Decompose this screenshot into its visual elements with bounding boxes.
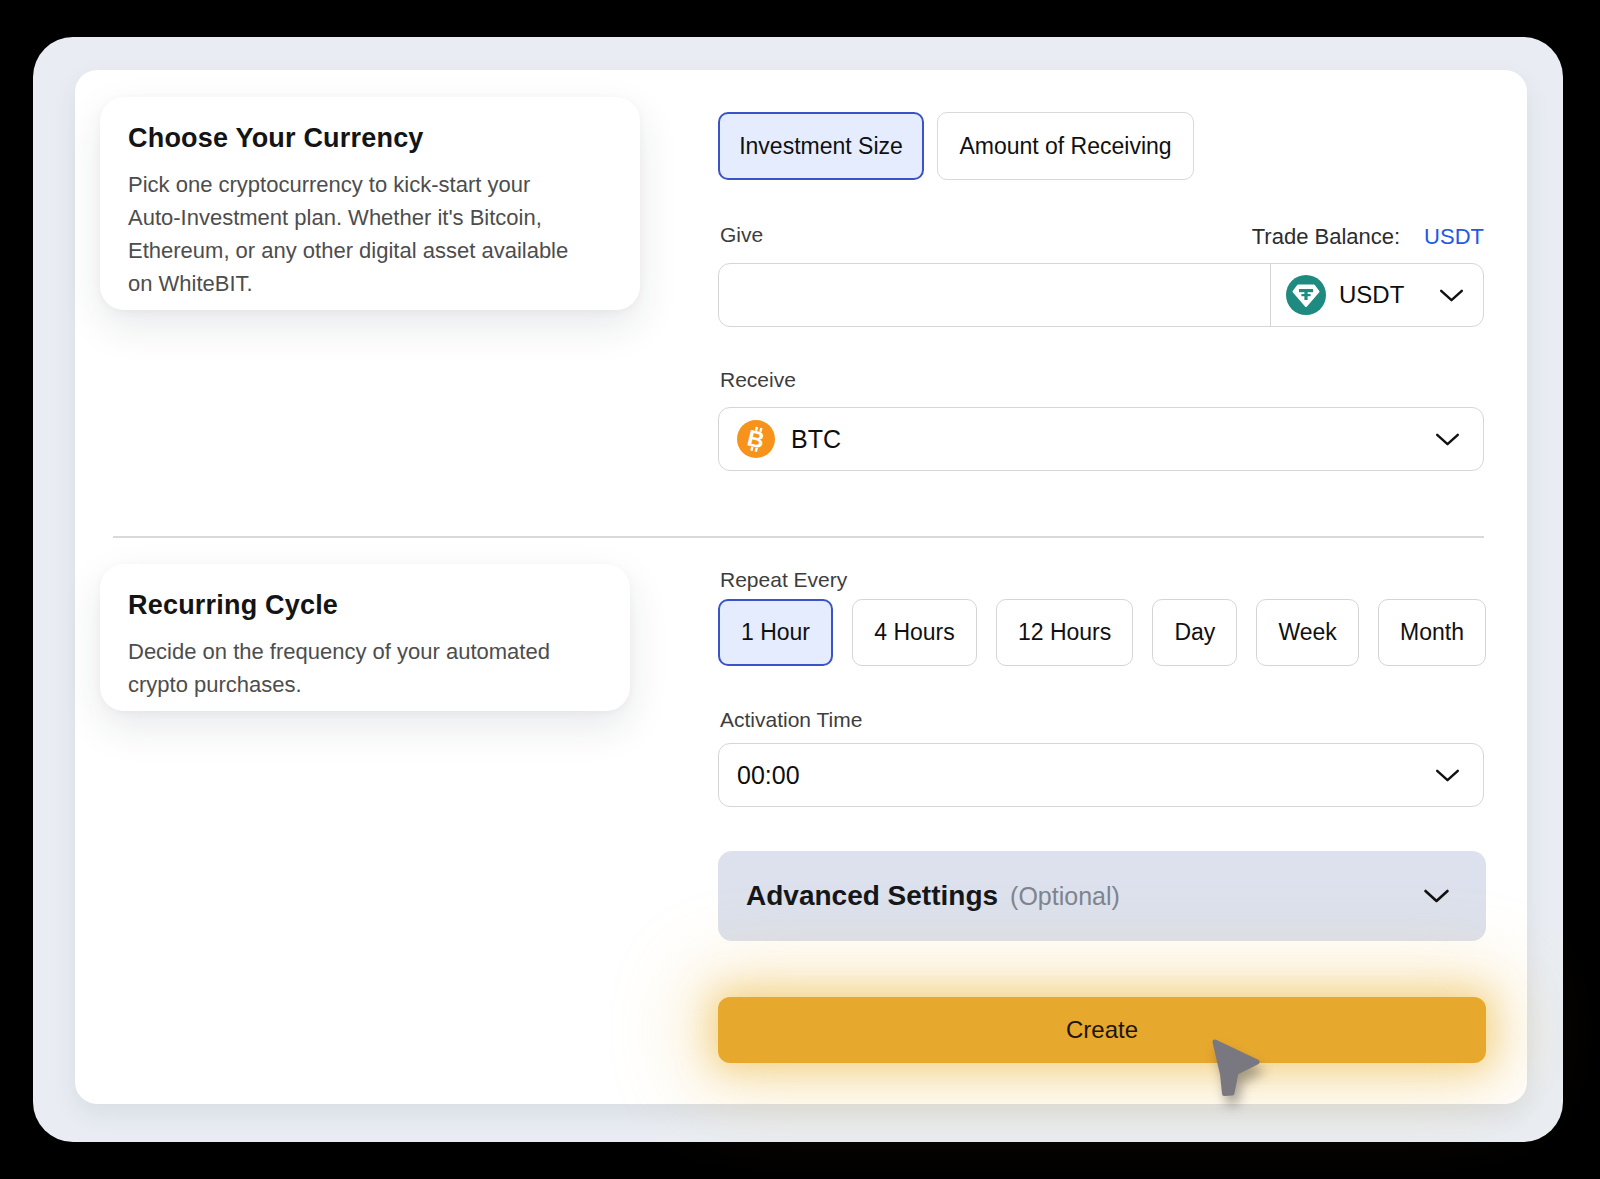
cycle-info-card: Recurring Cycle Decide on the frequency … xyxy=(100,564,630,711)
chevron-down-icon xyxy=(1435,768,1460,783)
repeat-options: 1 Hour 4 Hours 12 Hours Day Week Month xyxy=(718,599,1486,666)
currency-card-title: Choose Your Currency xyxy=(128,123,612,154)
receive-currency-select[interactable]: B BTC xyxy=(718,407,1484,471)
bitcoin-icon: B xyxy=(737,420,775,458)
receive-currency-value: BTC xyxy=(791,425,1419,454)
give-field: USDT xyxy=(718,263,1484,327)
repeat-option-day[interactable]: Day xyxy=(1152,599,1237,666)
give-currency-value: USDT xyxy=(1339,281,1426,309)
currency-card-description: Pick one cryptocurrency to kick-start yo… xyxy=(128,168,612,300)
give-currency-select[interactable]: USDT xyxy=(1270,264,1483,326)
advanced-settings-title: Advanced Settings xyxy=(746,880,998,912)
repeat-every-label: Repeat Every xyxy=(720,568,847,592)
give-amount-input[interactable] xyxy=(719,264,1270,326)
trade-balance-currency-link[interactable]: USDT xyxy=(1424,224,1484,250)
auto-investment-screen: Choose Your Currency Pick one cryptocurr… xyxy=(0,0,1600,1179)
activation-time-select[interactable]: 00:00 xyxy=(718,743,1484,807)
repeat-option-4-hours[interactable]: 4 Hours xyxy=(852,599,977,666)
chevron-down-icon xyxy=(1439,288,1464,303)
advanced-settings-toggle[interactable]: Advanced Settings (Optional) xyxy=(718,851,1486,941)
receive-label: Receive xyxy=(720,368,796,392)
chevron-down-icon xyxy=(1435,432,1460,447)
mouse-cursor xyxy=(1196,1030,1276,1120)
create-button[interactable]: Create xyxy=(718,997,1486,1063)
currency-info-card: Choose Your Currency Pick one cryptocurr… xyxy=(100,97,640,310)
repeat-option-1-hour[interactable]: 1 Hour xyxy=(718,599,833,666)
chevron-down-icon xyxy=(1423,888,1450,904)
section-divider xyxy=(113,536,1484,538)
cycle-card-description: Decide on the frequency of your automate… xyxy=(128,635,602,701)
repeat-option-week[interactable]: Week xyxy=(1256,599,1358,666)
tether-icon xyxy=(1286,275,1326,315)
advanced-settings-optional: (Optional) xyxy=(1010,882,1423,911)
repeat-option-month[interactable]: Month xyxy=(1378,599,1486,666)
activation-time-value: 00:00 xyxy=(737,761,1435,790)
tab-investment-size[interactable]: Investment Size xyxy=(718,112,924,180)
repeat-option-12-hours[interactable]: 12 Hours xyxy=(996,599,1133,666)
cycle-card-title: Recurring Cycle xyxy=(128,590,602,621)
activation-time-label: Activation Time xyxy=(720,708,862,732)
tab-amount-of-receiving[interactable]: Amount of Receiving xyxy=(937,112,1194,180)
trade-balance-row: Trade Balance: USDT xyxy=(718,224,1484,250)
trade-balance-label: Trade Balance: xyxy=(1252,224,1400,250)
